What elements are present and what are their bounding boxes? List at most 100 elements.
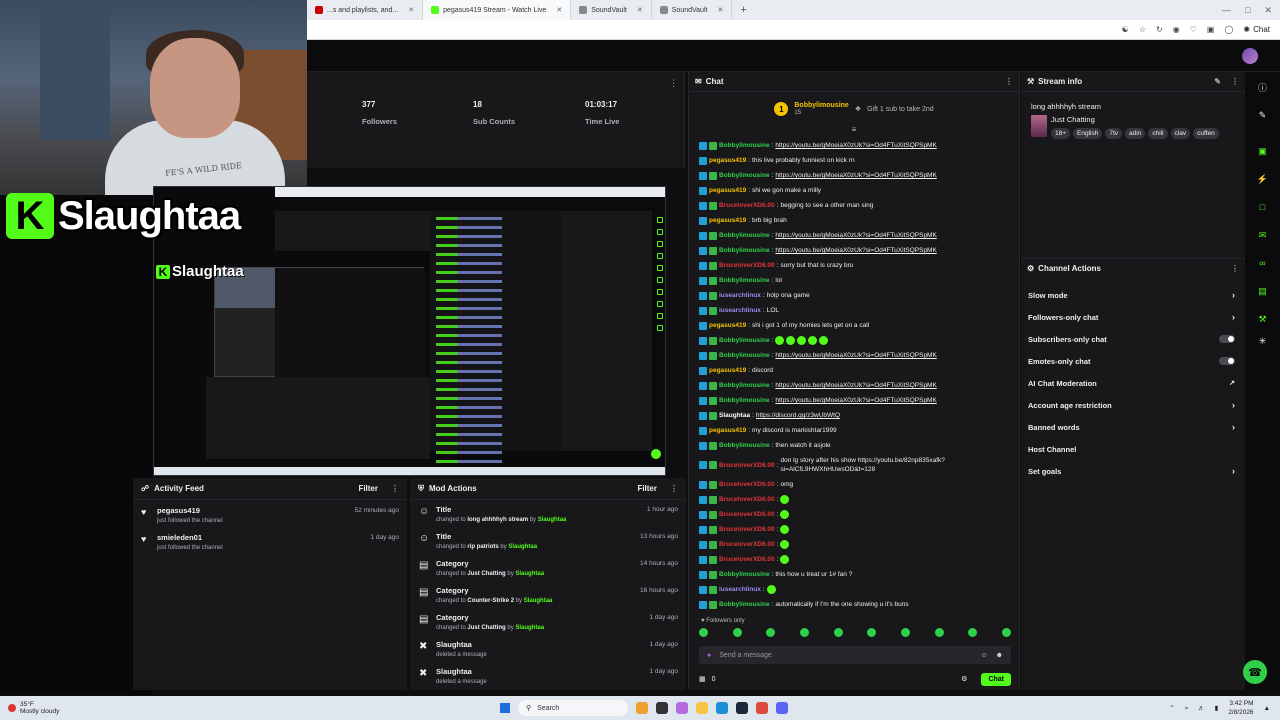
toggle-switch[interactable]	[1219, 335, 1235, 343]
stream-tag[interactable]: English	[1073, 128, 1103, 139]
chat-username[interactable]: pegasus419	[709, 318, 746, 333]
chat-link[interactable]: https://discord.gg/z3wUbWtQ	[756, 408, 840, 423]
translate-icon[interactable]: ☯	[1122, 25, 1129, 34]
clock[interactable]: 3:42 PM 2/8/2026	[1228, 699, 1253, 717]
favorites-icon[interactable]: ♡	[1190, 25, 1197, 34]
edit-icon[interactable]: ✎	[1214, 77, 1221, 86]
user-avatar[interactable]	[1242, 48, 1258, 64]
chat-username[interactable]: iusearchlinux	[719, 303, 761, 318]
extension-icon[interactable]: ◉	[1173, 25, 1180, 34]
chat-username[interactable]: BruceloverXD6.00	[719, 198, 775, 213]
mod-menu-icon[interactable]: ⋮	[670, 484, 678, 493]
mod-action-by[interactable]: Slaughtaa	[515, 571, 544, 577]
channel-action-item[interactable]: Subscribers-only chat	[1021, 328, 1245, 350]
chat-menu-icon[interactable]: ⋮	[1005, 77, 1013, 86]
quick-emote-icon[interactable]	[900, 628, 910, 637]
chat-username[interactable]: BruceloverXD6.00	[719, 537, 775, 552]
layout-icon[interactable]: ▤	[1256, 284, 1270, 298]
channel-action-item[interactable]: Followers-only chat ›	[1021, 306, 1245, 328]
stream-tag[interactable]: clav	[1170, 128, 1191, 139]
quick-emote-icon[interactable]	[766, 628, 776, 637]
channel-action-item[interactable]: Emotes-only chat	[1021, 350, 1245, 372]
chat-link[interactable]: https://youtu.be/gMoeiaX0zUk?si=Od4FTuXi…	[775, 348, 936, 363]
new-tab-button[interactable]: +	[732, 4, 754, 16]
chat-username[interactable]: Slaughtaa	[719, 408, 750, 423]
chat-username[interactable]: BruceloverXD6.00	[719, 492, 775, 507]
chat-username[interactable]: pegasus419	[709, 363, 746, 378]
edge-icon[interactable]	[716, 702, 728, 714]
battery-icon[interactable]: ▮	[1215, 704, 1219, 712]
channel-action-item[interactable]: AI Chat Moderation ↗	[1021, 372, 1245, 394]
mod-action-by[interactable]: Slaughtaa	[515, 625, 544, 631]
chat-link[interactable]: https://youtu.be/gMoeiaX0zUk?si=Od4FTuXi…	[775, 378, 936, 393]
chat-username[interactable]: iusearchlinux	[719, 582, 761, 597]
channel-action-item[interactable]: Host Channel	[1021, 438, 1245, 460]
task-view-icon[interactable]	[656, 702, 668, 714]
chat-username[interactable]: Bobbylimousine	[719, 228, 770, 243]
clip-icon[interactable]: ▣	[1256, 144, 1270, 158]
lightning-icon[interactable]: ⚡	[1256, 172, 1270, 186]
quick-emote-icon[interactable]	[833, 628, 843, 637]
help-chat-fab[interactable]: ☎	[1243, 660, 1267, 684]
chat-settings-icon[interactable]: ⚙	[961, 675, 967, 683]
info-icon[interactable]: ⓘ	[1256, 80, 1270, 94]
quick-emote-icon[interactable]	[867, 628, 877, 637]
chat-username[interactable]: Bobbylimousine	[719, 597, 770, 612]
pencil-icon[interactable]: ✎	[1256, 108, 1270, 122]
windows-start-icon[interactable]	[500, 703, 510, 713]
copilot-chat-button[interactable]: ✺ Chat	[1243, 25, 1270, 34]
browser-tab[interactable]: SoundVault ✕	[652, 0, 733, 20]
tray-chevron-icon[interactable]: ⌃	[1169, 704, 1174, 712]
chat-username[interactable]: BruceloverXD6.00	[719, 522, 775, 537]
star-icon[interactable]: ☆	[1139, 25, 1146, 34]
chat-username[interactable]: BruceloverXD6.00	[719, 477, 775, 492]
chat-pause-icon[interactable]: ≡	[689, 126, 1019, 134]
tools-icon[interactable]: ⚒	[1256, 312, 1270, 326]
chat-username[interactable]: pegasus419	[709, 423, 746, 438]
browser-tab[interactable]: pegasus419 Stream - Watch Live ✕	[423, 0, 572, 20]
chat-username[interactable]: BruceloverXD6.00	[719, 461, 775, 470]
chat-username[interactable]: BruceloverXD6.00	[719, 552, 775, 567]
close-icon[interactable]: ✕	[1264, 5, 1272, 16]
tab-close-icon[interactable]: ✕	[637, 6, 643, 14]
widgets-icon[interactable]	[636, 702, 648, 714]
emoji-icon[interactable]: ☻	[996, 652, 1003, 659]
mod-action-by[interactable]: Slaughtaa	[508, 544, 537, 550]
chat-username[interactable]: Bobbylimousine	[719, 273, 770, 288]
notification-icon[interactable]: ▲	[1264, 705, 1270, 712]
refresh-icon[interactable]: ↻	[1156, 25, 1163, 34]
chat-username[interactable]: Bobbylimousine	[719, 393, 770, 408]
maximize-icon[interactable]: □	[1245, 5, 1250, 16]
wifi-icon[interactable]: ≈	[1185, 705, 1189, 712]
chat-link[interactable]: https://youtu.be/gMoeiaX0zUk?si=Od4FTuXi…	[775, 393, 936, 408]
chat-username[interactable]: Bobbylimousine	[719, 333, 770, 348]
stream-tag[interactable]: adin	[1125, 128, 1146, 139]
message-icon[interactable]: ✉	[1256, 228, 1270, 242]
minimize-icon[interactable]: —	[1222, 5, 1231, 16]
stream-tag[interactable]: chill	[1148, 128, 1168, 139]
follower-name[interactable]: smieleden01	[157, 533, 399, 542]
channel-action-item[interactable]: Slow mode ›	[1021, 284, 1245, 306]
emote-picker-icon[interactable]: ☺	[980, 652, 987, 659]
chat-username[interactable]: Bobbylimousine	[719, 243, 770, 258]
chat-username[interactable]: pegasus419	[709, 153, 746, 168]
tab-close-icon[interactable]: ✕	[717, 6, 723, 14]
chat-username[interactable]: Bobbylimousine	[719, 138, 770, 153]
stream-info-menu-icon[interactable]: ⋮	[1231, 77, 1239, 86]
chat-username[interactable]: BruceloverXD6.00	[719, 507, 775, 522]
channel-action-item[interactable]: Account age restriction ›	[1021, 394, 1245, 416]
share-icon[interactable]: ✳	[1256, 334, 1270, 348]
mod-action-by[interactable]: Slaughtaa	[538, 517, 567, 523]
gift-leaderboard[interactable]: 1 Bobbylimousine 15 ❖ Gift 1 sub to take…	[689, 92, 1019, 126]
toggle-switch[interactable]	[1219, 357, 1235, 365]
activity-menu-icon[interactable]: ⋮	[391, 484, 399, 493]
tab-close-icon[interactable]: ✕	[556, 6, 562, 14]
chat-username[interactable]: pegasus419	[709, 183, 746, 198]
chat-link[interactable]: https://youtu.be/gMoeiaX0zUk?si=Od4FTuXi…	[775, 243, 936, 258]
channel-action-item[interactable]: Set goals ›	[1021, 460, 1245, 482]
taskbar-search[interactable]: ⚲ Search	[518, 700, 628, 716]
quick-emote-icon[interactable]	[732, 628, 742, 637]
chat-send-button[interactable]: Chat	[981, 672, 1011, 686]
discord-icon[interactable]	[776, 702, 788, 714]
mod-action-by[interactable]: Slaughtaa	[524, 598, 553, 604]
